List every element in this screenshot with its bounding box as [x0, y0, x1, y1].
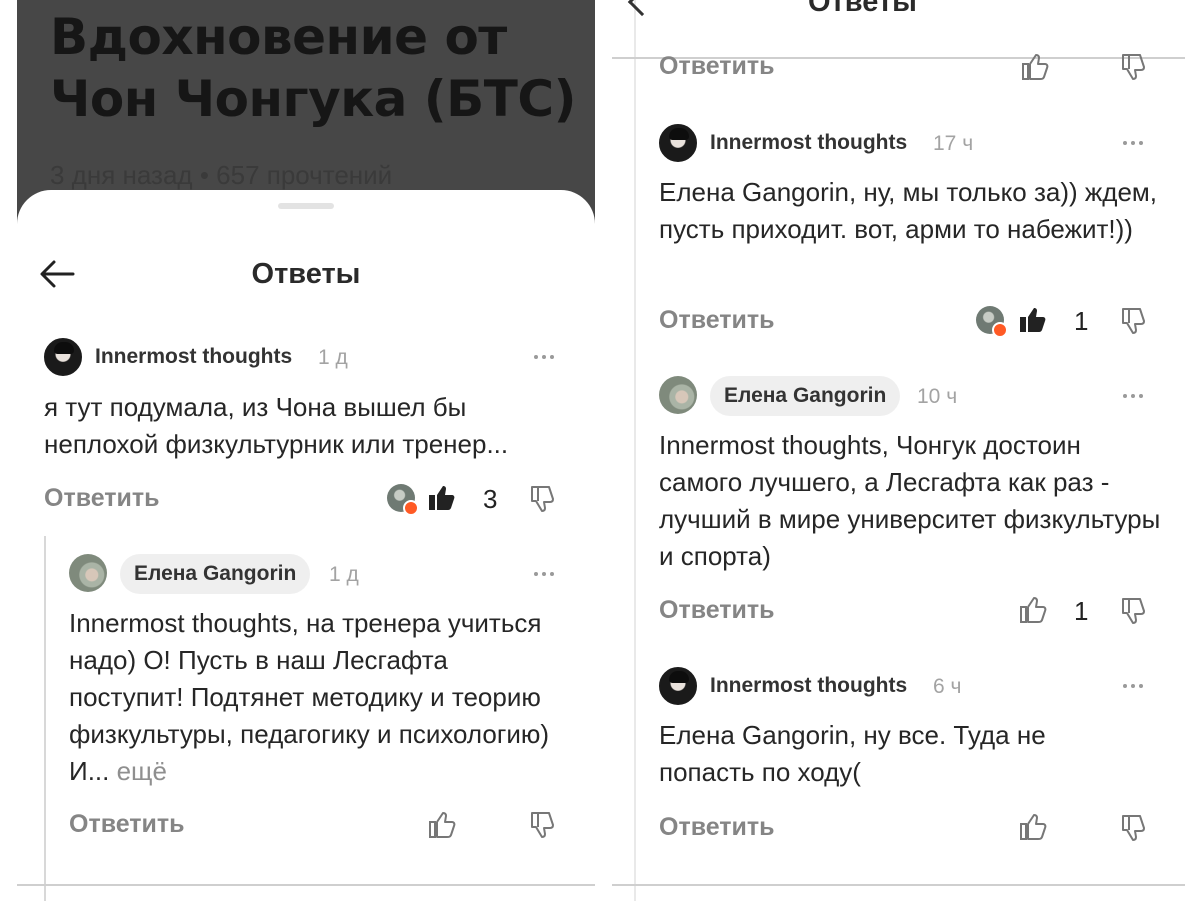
- article-title: Вдохновение от Чон Чонгука (БТС): [50, 8, 576, 128]
- comment-text: Innermost thoughts, на тренера учиться н…: [69, 605, 559, 790]
- reactor-avatar: [387, 484, 419, 516]
- like-filled-icon[interactable]: [1018, 305, 1048, 335]
- dislike-icon[interactable]: [528, 484, 558, 514]
- heart-reaction-icon: [403, 500, 419, 516]
- more-icon[interactable]: [1119, 133, 1147, 153]
- more-icon[interactable]: [1119, 676, 1147, 696]
- dislike-icon[interactable]: [528, 810, 558, 840]
- comment-text: Елена Gangorin, ну, мы только за)) ждем,…: [659, 177, 1158, 244]
- comment-author[interactable]: Innermost thoughts: [95, 345, 292, 369]
- dislike-icon[interactable]: [1119, 306, 1149, 336]
- more-icon[interactable]: [530, 347, 558, 367]
- reactor-avatar: [976, 306, 1008, 338]
- comment-time: 1 д: [329, 563, 359, 586]
- bottom-divider: [612, 884, 1185, 886]
- avatar[interactable]: [44, 338, 82, 376]
- dislike-icon[interactable]: [1119, 813, 1149, 843]
- comment-time: 6 ч: [933, 675, 962, 698]
- back-arrow-icon[interactable]: [627, 0, 657, 17]
- avatar[interactable]: [69, 554, 107, 592]
- right-screenshot: Ответы Ответить Innermost thoughts 17 ч …: [612, 0, 1200, 901]
- comment-author[interactable]: Innermost thoughts: [710, 131, 907, 155]
- reply-button[interactable]: Ответить: [659, 596, 775, 625]
- reply-button[interactable]: Ответить: [659, 306, 775, 335]
- avatar[interactable]: [659, 376, 697, 414]
- article-meta: 3 дня назад • 657 прочтений: [50, 160, 393, 190]
- sheet-drag-handle[interactable]: [278, 203, 334, 209]
- dislike-icon[interactable]: [1119, 52, 1149, 82]
- avatar[interactable]: [659, 667, 697, 705]
- more-icon[interactable]: [530, 564, 558, 584]
- sheet-title: Ответы: [808, 0, 917, 18]
- like-filled-icon[interactable]: [427, 483, 457, 513]
- thread-line: [44, 536, 46, 901]
- comment-time: 10 ч: [917, 385, 958, 408]
- dislike-icon[interactable]: [1119, 596, 1149, 626]
- like-count: 3: [483, 484, 498, 514]
- panel-divider: [634, 0, 636, 901]
- like-icon[interactable]: [1018, 595, 1048, 625]
- like-icon[interactable]: [427, 810, 457, 840]
- like-count: 1: [1074, 596, 1089, 626]
- comment-author[interactable]: Innermost thoughts: [710, 674, 907, 698]
- sheet-title: Ответы: [251, 258, 361, 290]
- reply-button[interactable]: Ответить: [659, 52, 775, 81]
- author-chip[interactable]: Елена Gangorin: [120, 554, 311, 594]
- avatar[interactable]: [659, 124, 697, 162]
- author-chip[interactable]: Елена Gangorin: [710, 376, 901, 416]
- reply-button[interactable]: Ответить: [69, 810, 185, 839]
- reply-button[interactable]: Ответить: [659, 813, 775, 842]
- comment-time: 17 ч: [933, 132, 974, 155]
- heart-reaction-icon: [992, 322, 1008, 338]
- read-more-link[interactable]: ещё: [117, 756, 167, 786]
- more-icon[interactable]: [1119, 386, 1147, 406]
- like-icon[interactable]: [1018, 812, 1048, 842]
- comment-text: Innermost thoughts, Чонгук достоин самог…: [659, 430, 1161, 571]
- comment-time: 1 д: [318, 346, 348, 369]
- like-count: 1: [1074, 306, 1089, 336]
- left-screenshot: Вдохновение от Чон Чонгука (БТС) 3 дня н…: [0, 0, 612, 901]
- comment-text: Елена Gangorin, ну все. Туда не попасть …: [659, 720, 1046, 787]
- like-icon[interactable]: [1020, 52, 1050, 82]
- comment-text: я тут подумала, из Чона вышел бы неплохо…: [44, 392, 509, 459]
- bottom-divider: [17, 884, 595, 886]
- replies-sheet: Ответы: [17, 190, 595, 901]
- reply-button[interactable]: Ответить: [44, 484, 160, 513]
